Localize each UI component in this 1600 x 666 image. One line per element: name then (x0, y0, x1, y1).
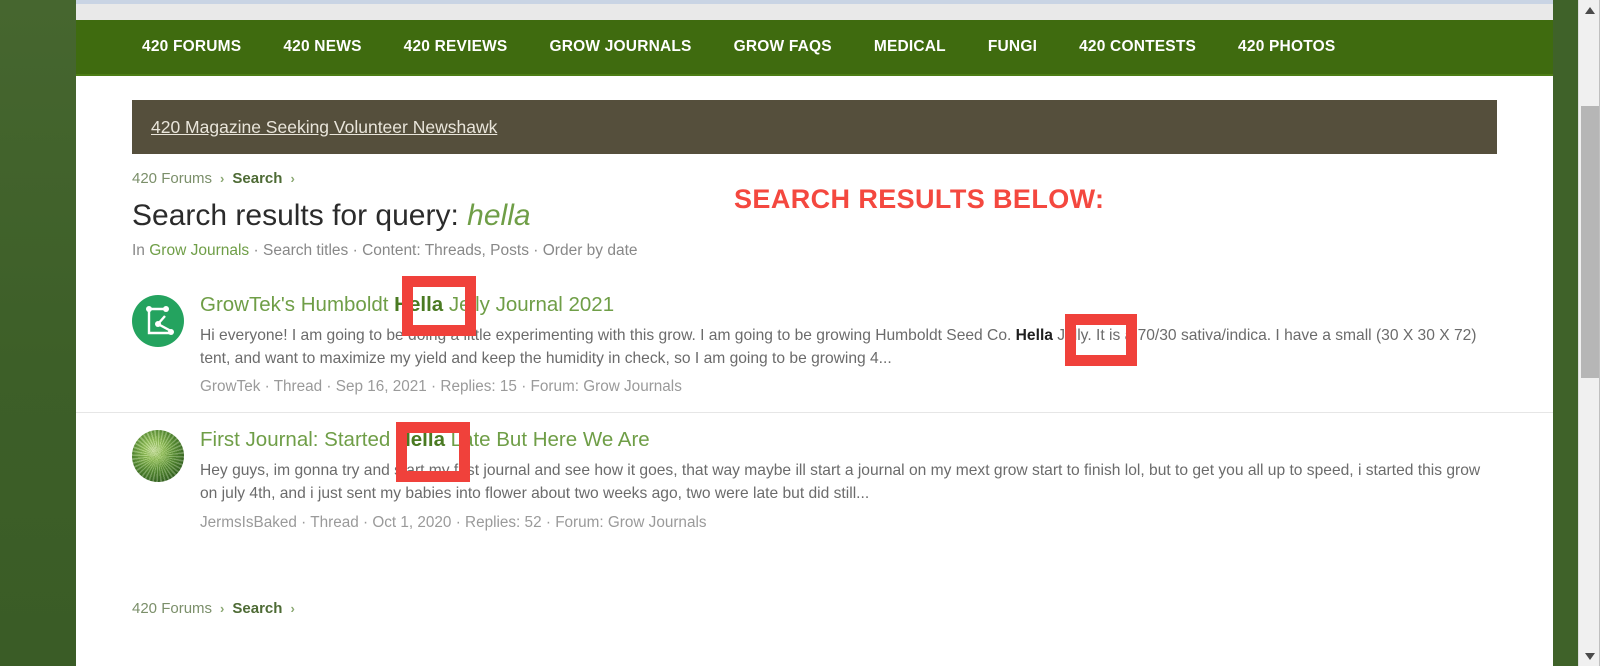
filter-search-titles: Search titles (262, 242, 349, 259)
result-type: Thread (273, 378, 323, 396)
result-title-highlight: Hella (395, 428, 445, 452)
search-result-item[interactable]: GrowTek's Humboldt Hella Jelly Journal 2… (76, 278, 1553, 412)
result-date: Sep 16, 2021 (335, 378, 427, 396)
result-date: Oct 1, 2020 (372, 513, 452, 531)
search-result-item[interactable]: First Journal: Started Hella Late But He… (76, 412, 1553, 547)
page-left-gutter (0, 0, 76, 666)
browser-viewport: 420 FORUMS 420 NEWS 420 REVIEWS GROW JOU… (0, 0, 1600, 666)
chevron-right-icon: › (220, 600, 225, 616)
meta-sep: · (301, 513, 307, 531)
breadcrumb-item-forums[interactable]: 420 Forums (132, 600, 212, 617)
snippet-text: Hi everyone! I am going to be doing a li… (200, 326, 1016, 344)
nav-item-420-reviews[interactable]: 420 REVIEWS (404, 38, 508, 56)
result-title-text: Jelly Journal 2021 (443, 293, 615, 316)
result-title-text: GrowTek's Humboldt (200, 293, 395, 316)
search-result-title[interactable]: GrowTek's Humboldt Hella Jelly Journal 2… (200, 292, 1497, 318)
result-title-text: Late But Here We Are (444, 428, 650, 452)
notice-link[interactable]: 420 Magazine Seeking Volunteer Newshawk (151, 117, 497, 138)
search-filter-summary: In Grow Journals · Search titles · Conte… (132, 242, 1553, 260)
page-title-query: hella (467, 199, 531, 232)
result-title-highlight: Hella (394, 293, 444, 316)
chevron-down-icon (1585, 652, 1595, 660)
search-result-snippet: Hi everyone! I am going to be doing a li… (200, 325, 1497, 371)
vertical-scrollbar[interactable] (1578, 0, 1600, 666)
search-results-list: GrowTek's Humboldt Hella Jelly Journal 2… (76, 278, 1553, 548)
avatar[interactable] (132, 295, 184, 347)
meta-sep: · (326, 378, 332, 396)
meta-sep: · (264, 378, 270, 396)
scroll-down-button[interactable] (1579, 646, 1600, 666)
avatar[interactable] (132, 430, 184, 483)
breadcrumb-item-search[interactable]: Search (232, 170, 282, 187)
result-author[interactable]: GrowTek (200, 378, 260, 395)
search-result-body: GrowTek's Humboldt Hella Jelly Journal 2… (200, 292, 1497, 396)
scrollbar-thumb[interactable] (1581, 106, 1599, 378)
nav-item-420-photos[interactable]: 420 PHOTOS (1238, 38, 1335, 56)
result-forum[interactable]: Forum: Grow Journals (531, 378, 682, 395)
result-replies: Replies: 52 (465, 513, 542, 531)
result-forum[interactable]: Forum: Grow Journals (555, 514, 706, 531)
scroll-up-button[interactable] (1579, 0, 1600, 20)
chevron-right-icon: › (220, 171, 225, 186)
filter-sep: · (533, 242, 539, 259)
filter-sep: · (352, 242, 358, 259)
content-sheet: 420 Magazine Seeking Volunteer Newshawk … (76, 76, 1553, 666)
result-type: Thread (310, 513, 359, 531)
nav-item-medical[interactable]: MEDICAL (874, 38, 946, 56)
search-result-meta: JermsIsBaked · Thread · Oct 1, 2020 · Re… (200, 514, 1497, 532)
meta-sep: · (521, 378, 527, 396)
meta-sep: · (455, 513, 461, 531)
site-notice-banner: 420 Magazine Seeking Volunteer Newshawk (132, 100, 1497, 154)
result-author[interactable]: JermsIsBaked (200, 514, 297, 531)
result-title-text: First Journal: Started (200, 428, 396, 452)
breadcrumb-bottom: 420 Forums › Search › (132, 600, 1553, 617)
main-navigation: 420 FORUMS 420 NEWS 420 REVIEWS GROW JOU… (76, 20, 1553, 76)
search-result-snippet: Hey guys, im gonna try and start my firs… (200, 460, 1497, 506)
meta-sep: · (431, 378, 437, 396)
chevron-right-icon: › (290, 600, 295, 616)
search-result-body: First Journal: Started Hella Late But He… (200, 427, 1497, 531)
result-replies: Replies: 15 (440, 378, 517, 396)
nav-item-grow-faqs[interactable]: GROW FAQS (734, 38, 832, 56)
filter-order: Order by date (542, 242, 638, 259)
page-title-prefix: Search results for query: (132, 199, 459, 232)
search-result-title[interactable]: First Journal: Started Hella Late But He… (200, 427, 1497, 453)
meta-sep: · (545, 513, 551, 531)
nav-item-grow-journals[interactable]: GROW JOURNALS (549, 38, 691, 56)
browser-top-edge (76, 0, 1553, 4)
annotation-label: SEARCH RESULTS BELOW: (734, 184, 1105, 214)
filter-content: Content: Threads, Posts (362, 242, 529, 259)
snippet-highlight: Hella (1015, 326, 1053, 344)
filter-sep: · (253, 242, 259, 259)
filter-node-link[interactable]: Grow Journals (149, 242, 249, 259)
nav-item-420-contests[interactable]: 420 CONTESTS (1079, 38, 1196, 56)
chevron-right-icon: › (290, 171, 295, 186)
search-result-meta: GrowTek · Thread · Sep 16, 2021 · Replie… (200, 378, 1497, 396)
nav-item-fungi[interactable]: FUNGI (988, 38, 1037, 56)
nav-item-420-news[interactable]: 420 NEWS (283, 38, 361, 56)
meta-sep: · (362, 513, 369, 531)
breadcrumb-item-search[interactable]: Search (232, 600, 282, 617)
chevron-up-icon (1585, 6, 1595, 14)
filter-in-label: In (132, 242, 145, 259)
snippet-text: Hey guys, im gonna try and start my firs… (200, 462, 1481, 503)
nav-item-420-forums[interactable]: 420 FORUMS (142, 38, 241, 56)
breadcrumb-item-forums[interactable]: 420 Forums (132, 170, 212, 187)
